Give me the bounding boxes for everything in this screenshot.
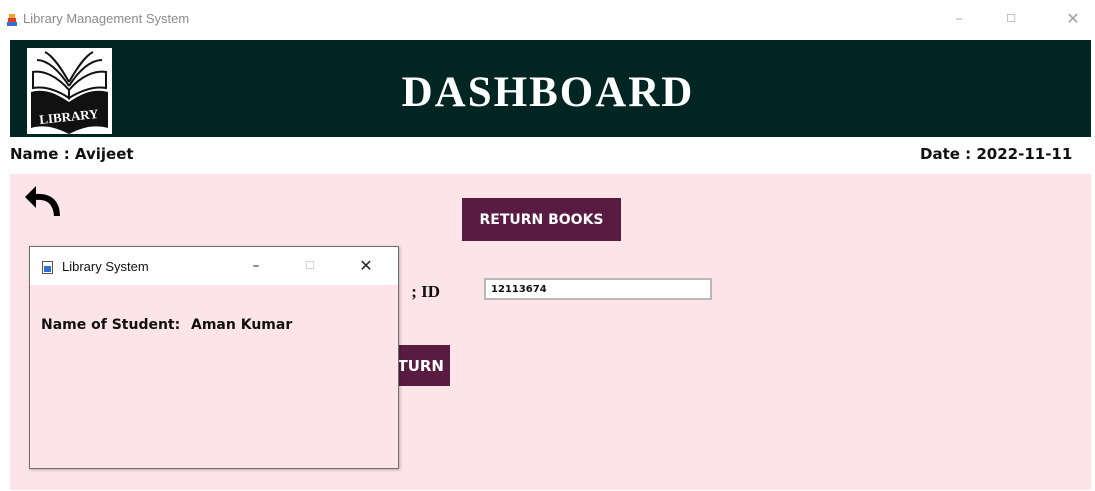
student-name-label: Name of Student:: [41, 317, 181, 333]
user-name-label: Name : Avijeet: [10, 145, 134, 163]
library-system-dialog: Library System – ☐ ✕ Name of Student: Am…: [29, 246, 399, 469]
app-books-icon: [7, 14, 17, 26]
minimize-button[interactable]: –: [944, 8, 974, 30]
dialog-title: Library System: [62, 259, 149, 274]
dialog-maximize-button[interactable]: ☐: [298, 255, 322, 277]
dialog-body: Name of Student: Aman Kumar: [30, 285, 398, 468]
dashboard-header: LIBRARY DASHBOARD: [10, 40, 1091, 137]
return-button-label: TURN: [397, 356, 444, 375]
dialog-titlebar: Library System – ☐ ✕: [30, 247, 398, 285]
maximize-button[interactable]: ☐: [996, 8, 1026, 30]
library-logo: LIBRARY: [27, 48, 112, 134]
library-book-logo-icon: LIBRARY: [31, 51, 108, 134]
page-title: DASHBOARD: [401, 69, 695, 116]
date-label: Date : 2022-11-11: [920, 145, 1073, 163]
dialog-minimize-button[interactable]: –: [244, 255, 268, 277]
window-title: Library Management System: [23, 11, 190, 26]
return-books-button[interactable]: RETURN BOOKS: [462, 198, 621, 241]
registration-id-input[interactable]: [484, 278, 712, 300]
dialog-close-button[interactable]: ✕: [354, 255, 378, 277]
close-button[interactable]: ✕: [1058, 8, 1088, 30]
student-name-value: Aman Kumar: [191, 317, 293, 333]
window-titlebar: Library Management System – ☐ ✕: [0, 0, 1095, 40]
document-icon: [42, 261, 53, 274]
back-arrow-icon[interactable]: [22, 178, 66, 222]
